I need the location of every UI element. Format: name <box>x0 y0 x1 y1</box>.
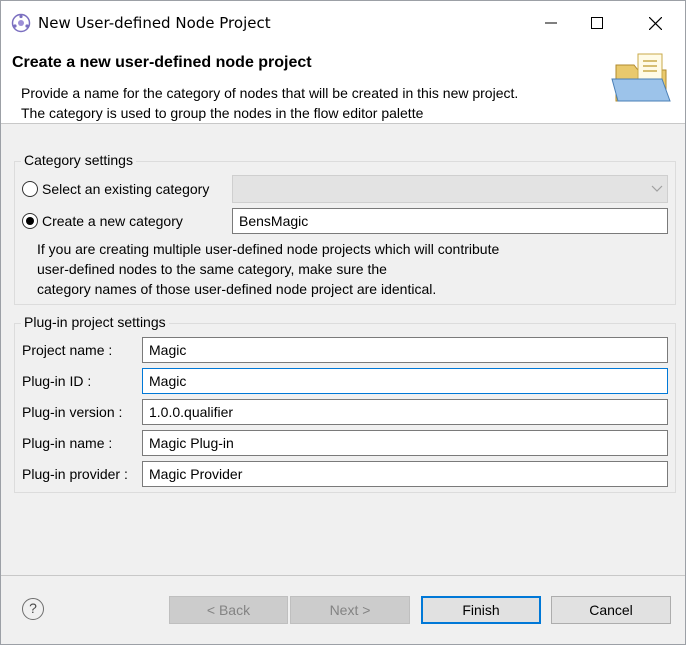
plugin-provider-label: Plug-in provider : <box>22 466 128 482</box>
page-description-line1: Provide a name for the category of nodes… <box>21 85 519 101</box>
button-bar-separator <box>1 575 685 576</box>
plugin-version-label: Plug-in version : <box>22 404 123 420</box>
help-icon[interactable]: ? <box>22 598 44 620</box>
project-name-input[interactable]: Magic <box>142 337 668 363</box>
category-settings-label: Category settings <box>21 152 136 168</box>
plugin-version-input[interactable]: 1.0.0.qualifier <box>142 399 668 425</box>
maximize-button[interactable] <box>574 1 620 45</box>
window-title: New User-defined Node Project <box>38 14 271 32</box>
folder-document-icon <box>608 51 674 109</box>
page-title: Create a new user-defined node project <box>12 54 312 71</box>
existing-category-label[interactable]: Select an existing category <box>42 181 209 197</box>
finish-button[interactable]: Finish <box>421 596 541 624</box>
cancel-button[interactable]: Cancel <box>551 596 671 624</box>
plugin-provider-input[interactable]: Magic Provider <box>142 461 668 487</box>
back-button[interactable]: < Back <box>169 596 288 624</box>
maximize-icon <box>591 17 603 29</box>
plugin-settings-label: Plug-in project settings <box>21 314 169 330</box>
project-name-label: Project name : <box>22 342 113 358</box>
close-button[interactable] <box>632 1 678 45</box>
existing-category-select[interactable] <box>232 175 668 203</box>
app-icon <box>11 13 31 33</box>
category-info-line3: category names of those user-defined nod… <box>37 281 437 297</box>
plugin-name-label: Plug-in name : <box>22 435 113 451</box>
minimize-button[interactable] <box>528 1 574 45</box>
category-info-line1: If you are creating multiple user-define… <box>37 241 500 257</box>
new-category-input[interactable]: BensMagic <box>232 208 668 234</box>
new-category-label[interactable]: Create a new category <box>42 213 183 229</box>
plugin-id-label: Plug-in ID : <box>22 373 92 389</box>
chevron-down-icon <box>651 185 663 192</box>
plugin-name-input[interactable]: Magic Plug-in <box>142 430 668 456</box>
new-category-radio[interactable] <box>22 213 38 229</box>
plugin-id-input[interactable]: Magic <box>142 368 668 394</box>
dialog-window: New User-defined Node Project Create a n… <box>0 0 686 645</box>
page-description-line2: The category is used to group the nodes … <box>21 105 424 121</box>
title-bar: New User-defined Node Project <box>1 1 685 45</box>
close-icon <box>648 16 662 30</box>
minimize-icon <box>545 22 557 24</box>
next-button[interactable]: Next > <box>290 596 410 624</box>
existing-category-radio[interactable] <box>22 181 38 197</box>
category-info-line2: user-defined nodes to the same category,… <box>37 261 387 277</box>
